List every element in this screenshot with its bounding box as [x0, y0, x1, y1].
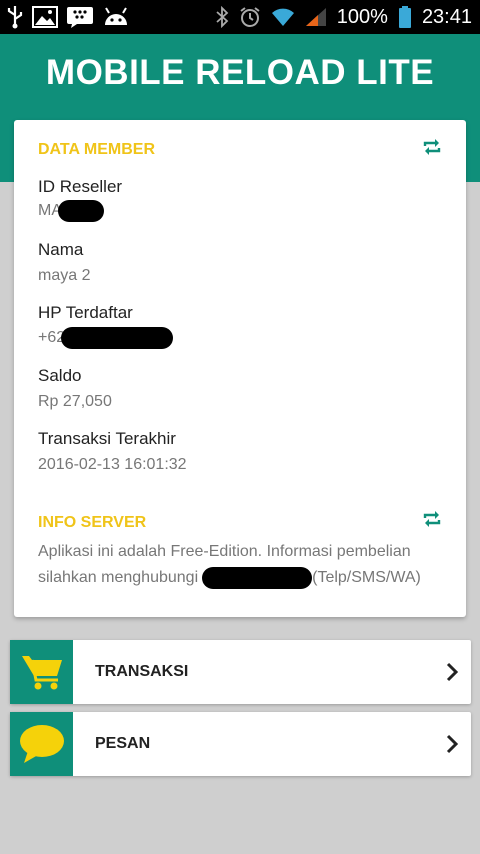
- redaction-mark: [58, 200, 104, 222]
- chevron-right-icon: [446, 662, 459, 682]
- status-bar: 100% 23:41: [0, 0, 480, 34]
- clock: 23:41: [421, 5, 472, 28]
- android-icon: [105, 7, 127, 25]
- menu-transaksi[interactable]: TRANSAKSI: [10, 640, 471, 704]
- refresh-server-icon[interactable]: [422, 510, 442, 528]
- member-info-card: DATA MEMBER ID Reseller MA Nama maya 2 H…: [14, 120, 466, 617]
- transaksi-terakhir-label: Transaksi Terakhir: [38, 429, 176, 448]
- redaction-mark: [61, 327, 174, 349]
- chevron-right-icon: [446, 734, 459, 754]
- wifi-icon: [271, 8, 294, 26]
- system-icons: 100% 23:41: [215, 4, 472, 30]
- signal-icon: [305, 8, 326, 26]
- cart-icon: [21, 656, 62, 690]
- data-member-title: DATA MEMBER: [38, 141, 156, 158]
- info-line-1: Aplikasi ini adalah Free-Edition. Inform…: [38, 543, 411, 560]
- nama-label: Nama: [38, 240, 84, 259]
- usb-icon: [7, 6, 23, 29]
- info-line-2-suffix: (Telp/SMS/WA): [312, 569, 421, 586]
- transaksi-icon-box: [10, 640, 73, 704]
- nama-value: maya 2: [38, 267, 91, 284]
- app-title: MOBILE RELOAD LITE: [45, 53, 435, 92]
- refresh-member-icon[interactable]: [422, 138, 442, 156]
- info-line-2-prefix: silahkan menghubungi: [38, 569, 199, 586]
- chat-bubble-icon: [19, 725, 64, 763]
- id-reseller-label: ID Reseller: [38, 177, 123, 196]
- saldo-label: Saldo: [38, 366, 82, 385]
- hp-terdaftar-label: HP Terdaftar: [38, 303, 133, 322]
- hp-terdaftar-value: +62: [38, 327, 174, 349]
- transaksi-terakhir-value: 2016-02-13 16:01:32: [38, 456, 187, 473]
- alarm-icon: [240, 7, 260, 27]
- menu-pesan[interactable]: PESAN: [10, 712, 471, 776]
- battery-icon: [398, 6, 411, 28]
- pesan-icon-box: [10, 712, 73, 776]
- battery-percent: 100%: [336, 5, 388, 28]
- info-line-2: silahkan menghubungi (Telp/SMS/WA): [38, 565, 448, 591]
- bluetooth-icon: [216, 6, 229, 28]
- info-server-title: INFO SERVER: [38, 514, 147, 531]
- info-server-text: Aplikasi ini adalah Free-Edition. Inform…: [38, 539, 448, 591]
- saldo-value: Rp 27,050: [38, 393, 112, 410]
- notification-icons: [6, 4, 130, 30]
- bbm-icon: [67, 7, 93, 28]
- redaction-mark: [202, 567, 313, 589]
- gallery-icon: [32, 6, 58, 28]
- pesan-label: PESAN: [95, 735, 151, 752]
- transaksi-label: TRANSAKSI: [95, 663, 189, 680]
- id-reseller-value: MA: [38, 200, 104, 222]
